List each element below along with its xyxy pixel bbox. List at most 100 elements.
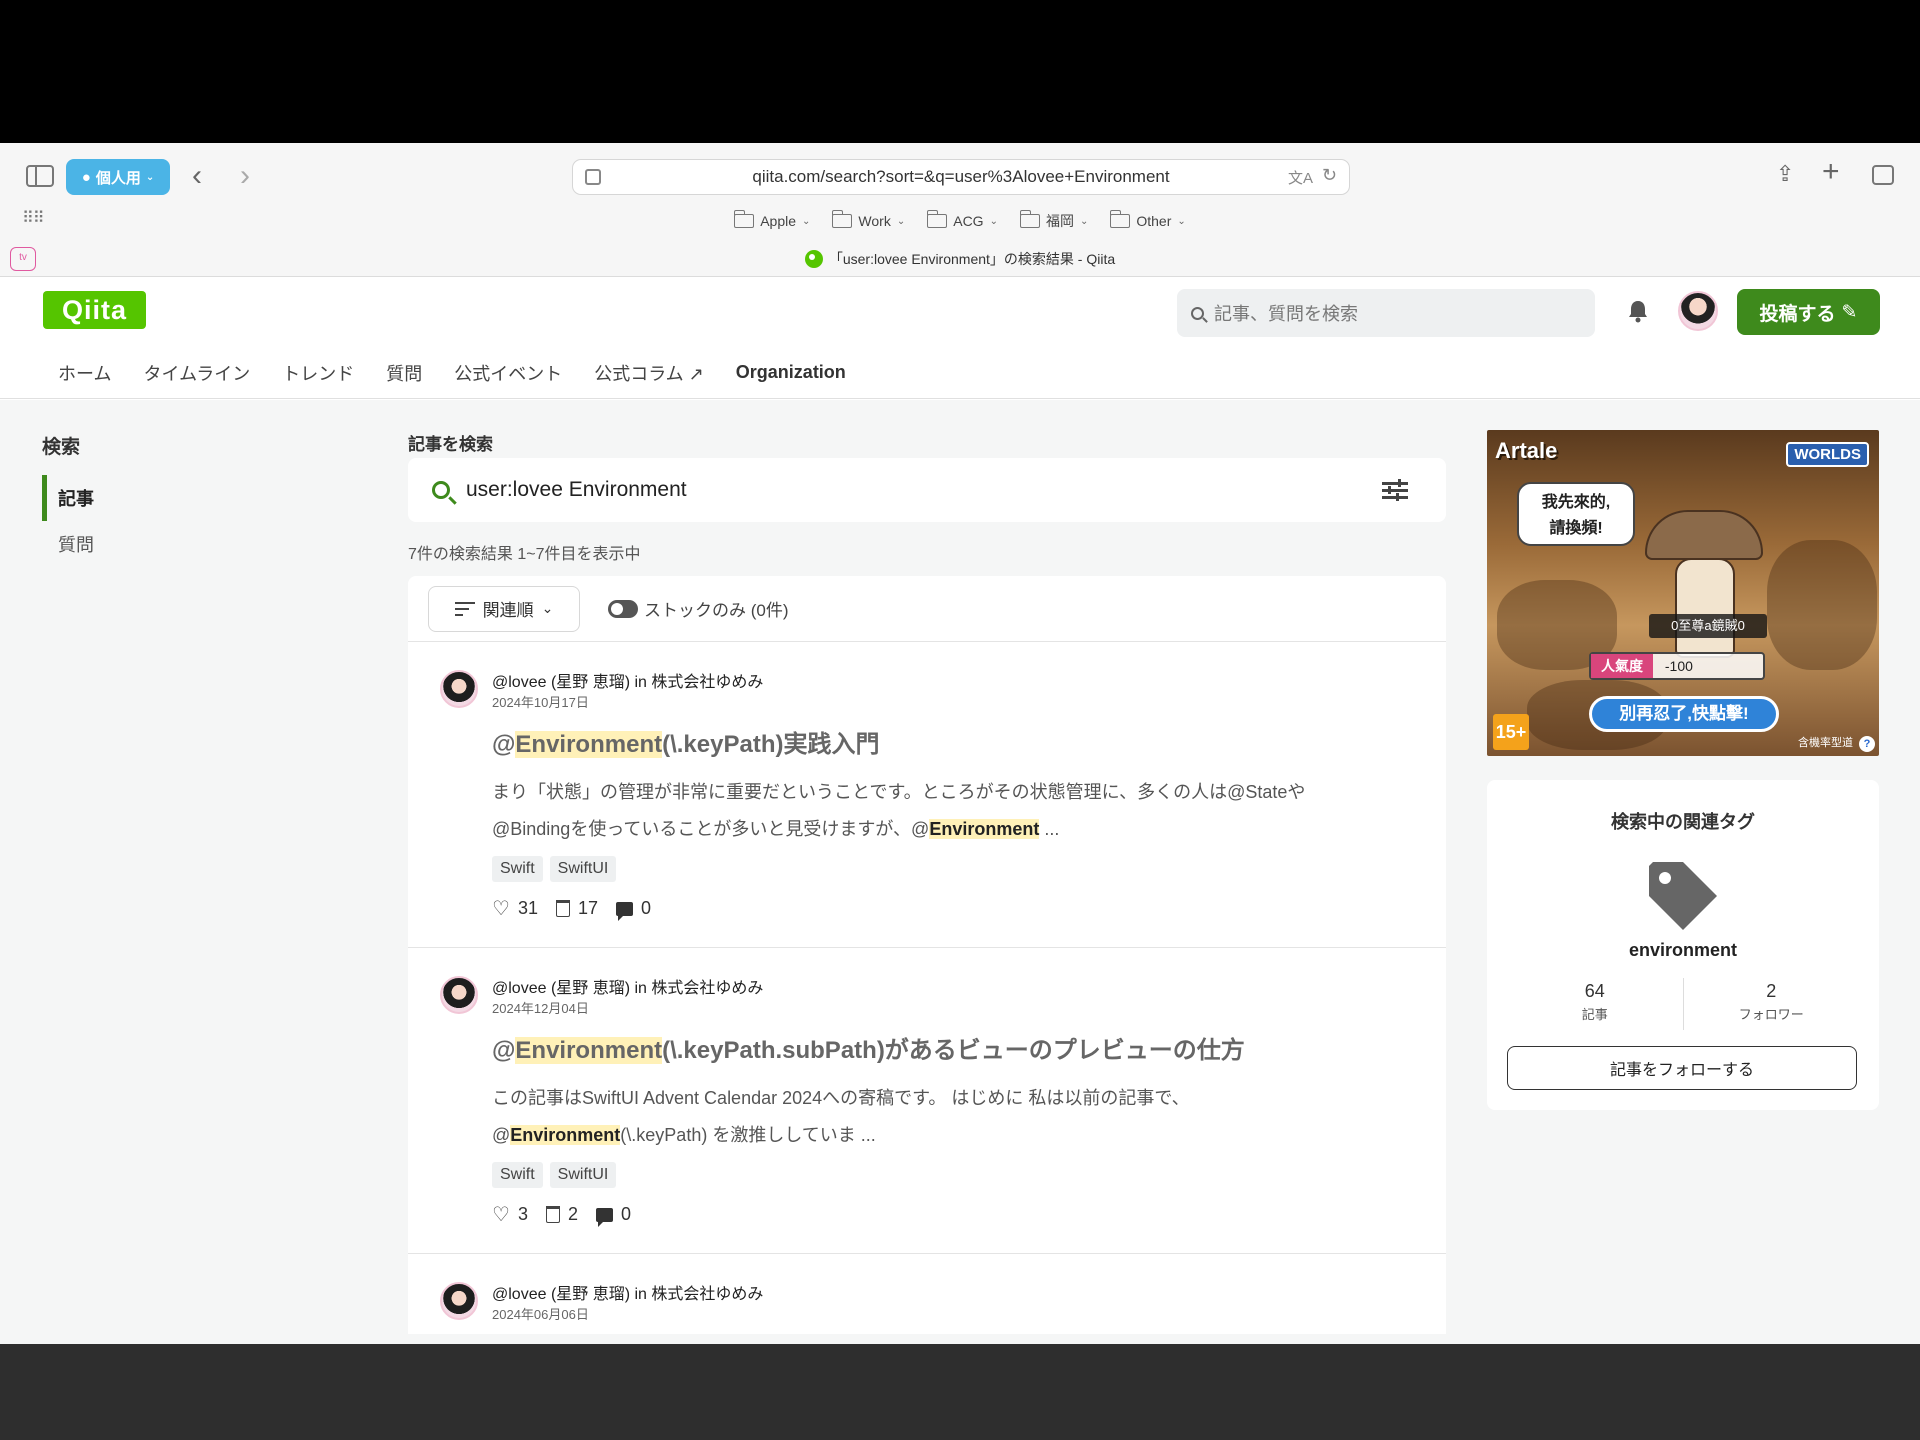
likes-stat: ♡ 3 <box>492 1202 528 1227</box>
ad-character-hat <box>1645 510 1763 560</box>
url-text: qiita.com/search?sort=&q=user%3Alovee+En… <box>752 167 1170 186</box>
heart-icon: ♡ <box>492 1204 510 1226</box>
side-nav-articles[interactable]: 記事 <box>42 475 242 521</box>
share-icon[interactable]: ⇪ <box>1776 163 1794 185</box>
ad-bubble-line: 請換頻! <box>1549 520 1603 537</box>
folder-icon <box>734 210 755 228</box>
article-author[interactable]: @lovee (星野 恵瑠) in 株式会社ゆめみ <box>492 1280 763 1304</box>
article-search-input[interactable]: user:lovee Environment <box>408 458 1446 522</box>
tab-active[interactable]: 「user:lovee Environment」の検索結果 - Qiita <box>0 241 1920 277</box>
title-suffix: (\.keyPath)実践入門 <box>662 731 880 758</box>
ad-name-tag: 0至尊a鏡賊0 <box>1649 614 1767 638</box>
nav-official-column-label: 公式コラム <box>594 363 684 384</box>
reload-icon[interactable]: ↻ <box>1322 165 1337 186</box>
bookmark-fukuoka[interactable]: 福岡 ⌄ <box>1019 205 1088 237</box>
qiita-logo[interactable]: Qiita <box>43 291 146 329</box>
ad-character <box>1675 558 1735 658</box>
ad-platform-logo: WORLDS <box>1786 442 1869 467</box>
ad-rock <box>1767 540 1877 670</box>
translate-icon[interactable]: 文A <box>1288 167 1313 188</box>
author-avatar[interactable] <box>440 976 478 1014</box>
browser-window: ● 個人用 ⌄ ‹ › qiita.com/search?sort=&q=use… <box>0 143 1920 1344</box>
article-date: 2024年06月06日 <box>492 1307 589 1322</box>
stock-only-toggle[interactable]: ストックのみ (0件) <box>608 596 789 621</box>
snippet-line: まり「状態」の管理が非常に重要だということです。ところがその状態管理に、多くの人… <box>492 782 1306 802</box>
stocks-stat: 2 <box>545 1204 578 1225</box>
ad-popularity-value: -100 <box>1664 658 1693 674</box>
bookmark-other[interactable]: Other ⌄ <box>1110 205 1186 237</box>
site-search-input[interactable]: 記事、質問を検索 <box>1177 289 1595 337</box>
results-list: 関連順 ⌄ ストックのみ (0件) @lovee (星野 恵瑠) in 株式会社… <box>408 576 1446 1334</box>
bookmark-acg[interactable]: ACG ⌄ <box>927 205 998 237</box>
sidebar-toggle-icon[interactable] <box>26 165 54 187</box>
post-button-label: 投稿する <box>1759 303 1836 325</box>
back-icon[interactable]: ‹ <box>192 161 202 191</box>
bottom-letterbox <box>0 1344 1920 1440</box>
bell-icon[interactable] <box>1627 299 1649 323</box>
author-avatar[interactable] <box>440 1282 478 1320</box>
nav-official-column[interactable]: 公式コラム ↗ <box>594 360 704 386</box>
snippet-line: この記事はSwiftUI Advent Calendar 2024への寄稿です。… <box>492 1088 1190 1108</box>
comment-icon <box>616 901 633 921</box>
filter-settings-icon[interactable] <box>1382 479 1408 501</box>
forward-icon[interactable]: › <box>240 161 250 191</box>
sort-label: 関連順 <box>482 601 534 620</box>
tag-followers-stat: 2 フォロワー <box>1682 978 1860 1030</box>
new-tab-icon[interactable]: + <box>1822 157 1840 187</box>
ad-banner[interactable]: Artale WORLDS 我先來的, 請換頻! 0至尊a鏡賊0 人氣度 -10… <box>1487 430 1879 756</box>
sort-dropdown[interactable]: 関連順 ⌄ <box>428 585 580 632</box>
follow-tag-button[interactable]: 記事をフォローする <box>1507 1046 1857 1090</box>
nav-trend[interactable]: トレンド <box>282 360 354 386</box>
top-letterbox <box>0 0 1920 143</box>
chevron-down-icon: ⌄ <box>896 215 906 227</box>
article-item: @lovee (星野 恵瑠) in 株式会社ゆめみ 2024年12月04日 @E… <box>408 948 1446 1254</box>
ad-info-icon[interactable]: ? <box>1859 736 1875 752</box>
side-nav-questions[interactable]: 質問 <box>42 521 242 567</box>
bookmark-label: 福岡 <box>1045 213 1074 229</box>
nav-questions[interactable]: 質問 <box>386 360 422 386</box>
page-content: 検索 記事 質問 記事を検索 user:lovee Environment 7件… <box>0 400 1920 1344</box>
post-button[interactable]: 投稿する ✎ <box>1737 289 1880 335</box>
result-count: 7件の検索結果 1~7件目を表示中 <box>408 546 641 563</box>
author-avatar[interactable] <box>440 670 478 708</box>
ad-cta-button[interactable]: 別再忍了,快點擊! <box>1589 696 1779 732</box>
chevron-down-icon: ⌄ <box>1177 215 1186 227</box>
page-menu-icon[interactable] <box>585 169 601 185</box>
nav-home[interactable]: ホーム <box>58 360 111 386</box>
nav-official-events[interactable]: 公式イベント <box>454 360 562 386</box>
tag-chip[interactable]: Swift <box>492 856 543 882</box>
tag-chip[interactable]: Swift <box>492 1162 543 1188</box>
stocks-stat: 17 <box>555 898 598 919</box>
bookmark-apple[interactable]: Apple ⌄ <box>734 205 810 237</box>
tag-chip[interactable]: SwiftUI <box>549 1162 617 1188</box>
tab-overview-icon[interactable] <box>1872 165 1894 185</box>
article-title[interactable]: @Environment(\.keyPath)実践入門 <box>492 724 879 759</box>
related-tag-name[interactable]: environment <box>1487 940 1879 961</box>
ad-age-rating: 15+ <box>1493 714 1529 750</box>
folder-icon <box>832 210 853 228</box>
snippet-text: @Bindingを使っていることが多いと見受けますが、@ <box>492 819 930 839</box>
comments-stat: 0 <box>595 1204 631 1227</box>
article-title[interactable]: @Environment(\.keyPath.subPath)があるビューのプレ… <box>492 1030 1245 1065</box>
search-icon <box>1191 306 1204 320</box>
stock-only-label: ストックのみ (0件) <box>644 601 789 620</box>
article-author[interactable]: @lovee (星野 恵瑠) in 株式会社ゆめみ <box>492 974 763 998</box>
folder-icon <box>1019 210 1040 228</box>
likes-count: 3 <box>517 1204 528 1224</box>
heart-icon: ♡ <box>492 898 510 920</box>
article-stats: ♡ 31 17 0 <box>492 896 657 921</box>
ad-brand: Artale <box>1495 438 1558 463</box>
user-avatar[interactable] <box>1678 291 1718 331</box>
tag-followers-label: フォロワー <box>1738 1007 1804 1022</box>
person-icon: ● <box>81 168 91 186</box>
bookmark-work[interactable]: Work ⌄ <box>832 205 905 237</box>
nav-organization[interactable]: Organization <box>736 362 846 383</box>
toggle-switch[interactable] <box>608 599 638 618</box>
tag-articles-count: 64 <box>1584 981 1605 1001</box>
article-author[interactable]: @lovee (星野 恵瑠) in 株式会社ゆめみ <box>492 668 763 692</box>
profile-button[interactable]: ● 個人用 ⌄ <box>66 159 170 195</box>
nav-timeline[interactable]: タイムライン <box>143 360 250 386</box>
side-nav-title: 検索 <box>42 437 81 458</box>
tag-chip[interactable]: SwiftUI <box>549 856 617 882</box>
address-bar[interactable]: qiita.com/search?sort=&q=user%3Alovee+En… <box>572 159 1350 195</box>
